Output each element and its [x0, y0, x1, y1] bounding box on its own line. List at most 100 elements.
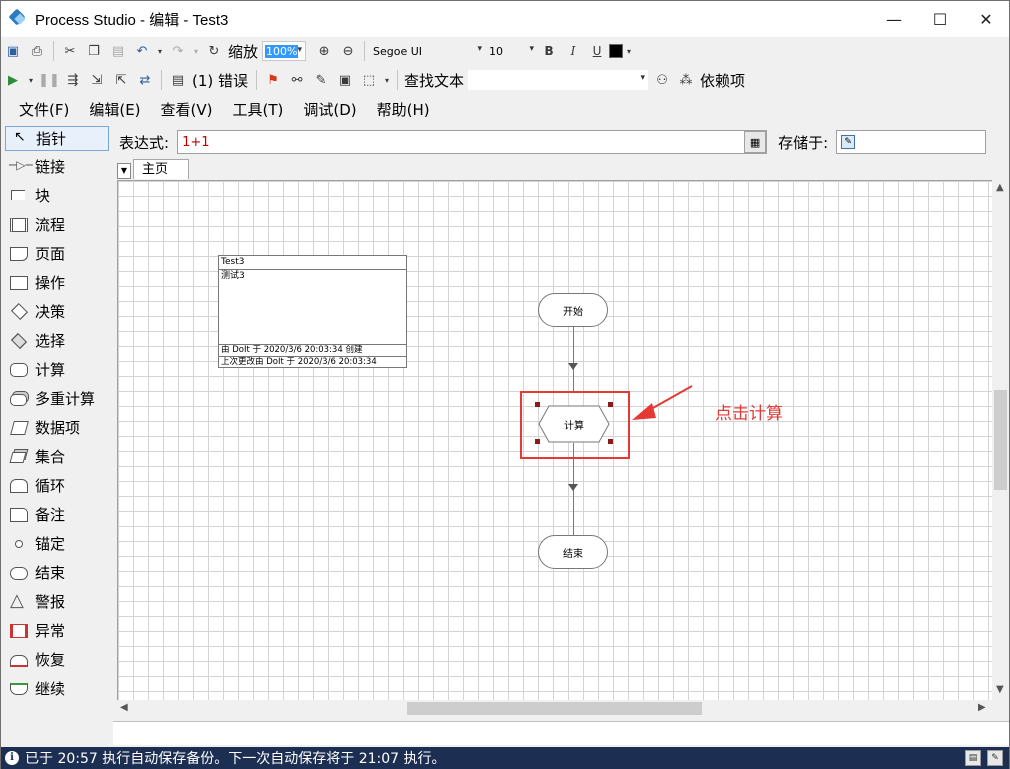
horizontal-scrollbar[interactable]: ◀ ▶ [117, 700, 992, 717]
binoculars-icon[interactable]: ⚇ [652, 70, 672, 90]
scroll-up-icon[interactable]: ▲ [996, 182, 1004, 193]
palette-label: 备注 [35, 506, 66, 524]
dependencies-button[interactable]: 依赖项 [700, 70, 745, 91]
menu-tools[interactable]: 工具(T) [223, 99, 294, 120]
menu-help[interactable]: 帮助(H) [367, 99, 440, 120]
vertical-scroll-thumb[interactable] [994, 390, 1007, 490]
window-icon[interactable]: ▣ [335, 70, 355, 90]
undo-dropdown-icon[interactable]: ▾ [156, 41, 164, 61]
process-info-box[interactable]: Test3 测试3 由 DoIt 于 2020/3/6 20:03:34 创建 … [218, 255, 407, 368]
palette-item-action[interactable]: 操作 [1, 268, 113, 297]
toolbar-separator [53, 41, 54, 61]
select-icon[interactable]: ⬚ [359, 70, 379, 90]
breakpoint-icon[interactable]: ⚑ [263, 70, 283, 90]
palette-item-pointer[interactable]: ↖ 指针 [5, 126, 109, 151]
palette-label: 选择 [35, 332, 66, 350]
callout-arrow-icon [632, 385, 693, 420]
menu-view[interactable]: 查看(V) [151, 99, 223, 120]
palette-item-link[interactable]: ─▷─ 链接 [1, 152, 113, 181]
select-dropdown-icon[interactable]: ▾ [383, 70, 391, 90]
redo-icon[interactable]: ↷ [168, 41, 188, 61]
copy-icon[interactable]: ❐ [84, 41, 104, 61]
find-text-label: 查找文本 [404, 71, 465, 90]
font-select[interactable]: Segoe UI ▾ [369, 41, 486, 61]
zoom-in-icon[interactable]: ⊕ [314, 41, 334, 61]
choice-icon [9, 332, 31, 349]
palette-item-note[interactable]: 备注 [1, 500, 113, 529]
calculator-icon[interactable]: ▦ [744, 131, 767, 153]
redo-dropdown-icon[interactable]: ▾ [192, 41, 200, 61]
palette-item-decision[interactable]: 决策 [1, 297, 113, 326]
palette-item-end[interactable]: 结束 [1, 558, 113, 587]
minimize-button[interactable]: — [871, 1, 917, 37]
paste-icon[interactable]: ▤ [108, 41, 128, 61]
font-size-select[interactable]: 10 ▾ [485, 41, 538, 61]
palette-item-calculation[interactable]: 计算 [1, 355, 113, 384]
dependencies-icon[interactable]: ⁂ [676, 70, 696, 90]
expression-row: 表达式: 1+1 ▦ 存储于: ✎ [113, 127, 1009, 157]
start-stage[interactable]: 开始 [538, 293, 608, 327]
save-icon[interactable]: ▣ [3, 41, 23, 61]
recover-icon [9, 652, 31, 668]
palette-label: 恢复 [35, 651, 66, 669]
color-dropdown-icon[interactable]: ▾ [625, 41, 633, 61]
watch-icon[interactable]: ⚯ [287, 70, 307, 90]
palette-item-resume[interactable]: 继续 [1, 674, 113, 703]
palette-item-exception[interactable]: 异常 [1, 616, 113, 645]
font-color-button[interactable] [609, 44, 624, 58]
refresh-icon[interactable]: ↻ [204, 41, 224, 61]
step-out-icon[interactable]: ⇱ [111, 70, 131, 90]
errors-icon[interactable]: ▤ [168, 70, 188, 90]
step-icon[interactable]: ⇶ [63, 70, 83, 90]
scroll-down-icon[interactable]: ▼ [996, 684, 1004, 695]
zoom-select[interactable]: 100% ▾ [262, 41, 307, 61]
palette-item-alert[interactable]: △ 警报 [1, 587, 113, 616]
end-icon [9, 565, 31, 581]
menu-debug[interactable]: 调试(D) [293, 99, 366, 120]
page-list-dropdown-icon[interactable]: ▼ [117, 163, 131, 179]
italic-button[interactable]: I [563, 41, 583, 61]
menu-edit[interactable]: 编辑(E) [79, 99, 150, 120]
play-dropdown-icon[interactable]: ▾ [27, 70, 35, 90]
cut-icon[interactable]: ✂ [60, 41, 80, 61]
reset-icon[interactable]: ⇄ [135, 70, 155, 90]
process-studio-window: Process Studio - 编辑 - Test3 — ☐ ✕ ▣ ⎙ ✂ … [0, 0, 1010, 769]
horizontal-scroll-thumb[interactable] [407, 702, 702, 715]
step-in-icon[interactable]: ⇲ [87, 70, 107, 90]
status-message: 已于 20:57 执行自动保存备份。下一次自动保存将于 21:07 执行。 [25, 751, 446, 767]
undo-icon[interactable]: ↶ [132, 41, 152, 61]
end-stage[interactable]: 结束 [538, 535, 608, 569]
palette-item-multi-calculation[interactable]: 多重计算 [1, 384, 113, 413]
palette-item-page[interactable]: 页面 [1, 239, 113, 268]
close-button[interactable]: ✕ [963, 1, 1009, 37]
palette-item-loop[interactable]: 循环 [1, 471, 113, 500]
pause-icon[interactable]: ❚❚ [38, 70, 60, 90]
vertical-scrollbar[interactable]: ▲ ▼ [992, 180, 1009, 700]
palette-item-anchor[interactable]: 锚定 [1, 529, 113, 558]
palette-item-recover[interactable]: 恢复 [1, 645, 113, 674]
info-box-description: 测试3 [221, 271, 245, 281]
find-text-input[interactable]: ▾ [468, 70, 649, 90]
palette-item-data-item[interactable]: 数据项 [1, 413, 113, 442]
process-canvas[interactable]: Test3 测试3 由 DoIt 于 2020/3/6 20:03:34 创建 … [117, 180, 992, 700]
play-icon[interactable]: ▶ [3, 70, 23, 90]
store-in-field[interactable]: ✎ [836, 130, 987, 154]
tab-main-page[interactable]: 主页 [133, 159, 190, 179]
maximize-button[interactable]: ☐ [917, 1, 963, 37]
palette-item-block[interactable]: 块 [1, 181, 113, 210]
scroll-right-icon[interactable]: ▶ [978, 702, 986, 713]
menu-file[interactable]: 文件(F) [9, 99, 79, 120]
scroll-left-icon[interactable]: ◀ [120, 702, 128, 713]
status-save-icon[interactable]: ▤ [965, 750, 981, 766]
status-edit-icon[interactable]: ✎ [987, 750, 1003, 766]
underline-button[interactable]: U [587, 41, 607, 61]
expression-input[interactable]: 1+1 [177, 130, 768, 154]
palette-item-collection[interactable]: 集合 [1, 442, 113, 471]
zoom-out-icon[interactable]: ⊖ [338, 41, 358, 61]
errors-button[interactable]: (1) 错误 [192, 70, 248, 91]
palette-item-choice[interactable]: 选择 [1, 326, 113, 355]
palette-item-process[interactable]: 流程 [1, 210, 113, 239]
bold-button[interactable]: B [539, 41, 559, 61]
print-icon[interactable]: ⎙ [27, 41, 47, 61]
edit-icon[interactable]: ✎ [311, 70, 331, 90]
